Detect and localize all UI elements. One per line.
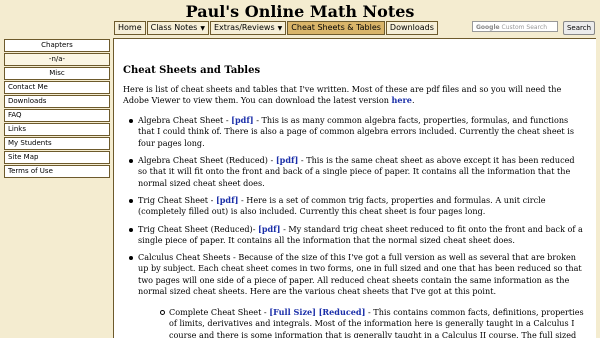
nav-extras[interactable]: Extras/Reviews ▼ <box>209 21 287 35</box>
sidebar-item-downloads[interactable]: Downloads <box>4 95 110 108</box>
pdf-link[interactable]: [pdf] <box>276 155 298 165</box>
reduced-link[interactable]: [Reduced] <box>319 307 366 317</box>
nav-class-notes-label: Class Notes <box>150 23 198 32</box>
chevron-down-icon: ▼ <box>277 25 283 32</box>
intro-text: Here is list of cheat sheets and tables … <box>123 84 562 106</box>
nav-class-notes[interactable]: Class Notes ▼ <box>146 21 209 35</box>
top-nav: Home Class Notes ▼ Extras/Reviews ▼ Cheat … <box>114 21 439 35</box>
pdf-link[interactable]: [pdf] <box>216 195 238 205</box>
chevron-down-icon: ▼ <box>200 25 205 32</box>
circle-bullet-icon <box>160 310 165 315</box>
intro-paragraph: Here is list of cheat sheets and tables … <box>123 84 583 107</box>
bullet-icon <box>129 119 133 123</box>
list-item: Calculus Cheat Sheets - Because of the s… <box>129 252 586 298</box>
nav-home[interactable]: Home <box>114 21 146 35</box>
sidebar-item-terms[interactable]: Terms of Use <box>4 165 110 178</box>
item-title: Calculus Cheat Sheets <box>138 252 231 262</box>
bullet-icon <box>129 159 133 163</box>
search-placeholder: Custom Search <box>501 24 548 31</box>
pdf-link[interactable]: [pdf] <box>231 115 253 125</box>
main-content: Cheat Sheets and Tables Here is list of … <box>113 38 596 338</box>
sidebar-chapters-na: -n/a- <box>4 53 110 66</box>
sidebar-item-my-students[interactable]: My Students <box>4 137 110 150</box>
item-title: Algebra Cheat Sheet - <box>138 115 232 125</box>
search-input[interactable]: Google Custom Search <box>472 21 558 32</box>
google-logo: Google <box>476 24 500 31</box>
sidebar-chapters-header: Chapters <box>4 39 110 52</box>
full-size-link[interactable]: [Full Size] <box>269 307 316 317</box>
page-title: Cheat Sheets and Tables <box>123 65 261 76</box>
sidebar-item-contact[interactable]: Contact Me <box>4 81 110 94</box>
intro-end: . <box>411 95 415 106</box>
sidebar-item-links[interactable]: Links <box>4 123 110 136</box>
list-item: Algebra Cheat Sheet - [pdf] - This is as… <box>129 115 586 149</box>
pdf-link[interactable]: [pdf] <box>258 224 280 234</box>
item-title: Algebra Cheat Sheet (Reduced) - <box>138 155 276 165</box>
bullet-icon <box>129 256 133 260</box>
sidebar-item-faq[interactable]: FAQ <box>4 109 110 122</box>
sub-list-item: Complete Cheat Sheet - [Full Size] [Redu… <box>160 307 587 338</box>
download-here-link[interactable]: here <box>391 95 411 105</box>
list-item: Algebra Cheat Sheet (Reduced) - [pdf] - … <box>129 155 586 189</box>
bullet-icon <box>129 199 133 203</box>
sidebar: Chapters -n/a- Misc Contact Me Downloads… <box>4 39 110 179</box>
item-title: Complete Cheat Sheet - <box>169 307 270 317</box>
site-title: Paul's Online Math Notes <box>185 2 415 21</box>
bullet-icon <box>129 228 133 232</box>
nav-extras-label: Extras/Reviews <box>213 23 275 32</box>
nav-downloads[interactable]: Downloads <box>385 21 438 35</box>
item-title: Trig Cheat Sheet - <box>138 195 216 205</box>
search-button[interactable]: Search <box>563 21 595 35</box>
sidebar-item-site-map[interactable]: Site Map <box>4 151 110 164</box>
list-item: Trig Cheat Sheet (Reduced)- [pdf] - My s… <box>129 224 586 247</box>
nav-cheat-sheets[interactable]: Cheat Sheets & Tables <box>287 21 385 35</box>
list-item: Trig Cheat Sheet - [pdf] - Here is a set… <box>129 195 586 218</box>
item-title: Trig Cheat Sheet (Reduced)- <box>138 224 259 234</box>
sidebar-misc-header: Misc <box>4 67 110 80</box>
